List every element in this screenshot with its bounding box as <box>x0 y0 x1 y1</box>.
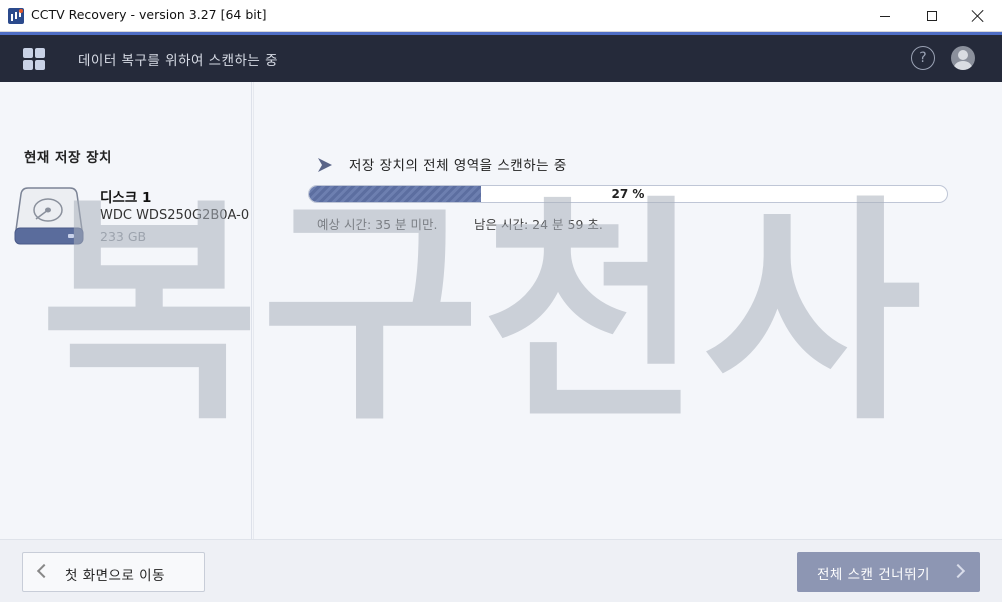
app-header: 데이터 복구를 위하여 스캔하는 중 ? <box>0 32 1002 82</box>
arrow-right-icon <box>318 158 332 172</box>
disk-size: 233 GB <box>100 229 147 244</box>
header-title: 데이터 복구를 위하여 스캔하는 중 <box>78 53 279 69</box>
hard-disk-icon <box>14 187 84 245</box>
scan-panel: 저장 장치의 전체 영역을 스캔하는 중 27 % 예상 시간: 35 분 미만… <box>253 82 1002 539</box>
help-icon[interactable]: ? <box>911 46 935 70</box>
scan-progress-bar: 27 % <box>308 185 948 203</box>
skip-full-scan-button[interactable]: 전체 스캔 건너뛰기 <box>797 552 980 592</box>
disk-model: WDC WDS250G2B0A-0... <box>100 208 250 223</box>
chevron-right-icon <box>950 563 966 579</box>
minimize-button[interactable] <box>862 0 908 32</box>
window-titlebar: CCTV Recovery - version 3.27 [64 bit] <box>0 0 1002 32</box>
close-button[interactable] <box>955 0 1001 32</box>
minimize-icon <box>880 15 890 17</box>
maximize-button[interactable] <box>909 0 955 32</box>
estimated-time: 예상 시간: 35 분 미만. <box>317 217 438 232</box>
grid-menu-icon[interactable] <box>23 48 46 71</box>
skip-button-label: 전체 스캔 건너뛰기 <box>817 567 930 583</box>
disk-name: 디스크 1 <box>100 190 152 206</box>
back-to-home-button[interactable]: 첫 화면으로 이동 <box>22 552 205 592</box>
user-avatar-icon[interactable] <box>951 46 975 70</box>
window-title: CCTV Recovery - version 3.27 [64 bit] <box>31 7 267 22</box>
maximize-icon <box>927 11 937 21</box>
footer-bar: 첫 화면으로 이동 전체 스캔 건너뛰기 <box>0 539 1002 602</box>
close-icon <box>972 10 984 22</box>
remaining-time: 남은 시간: 24 분 59 초. <box>474 217 603 232</box>
device-panel: 현재 저장 장치 디스크 1 WDC WDS250G2B0A-0... 233 … <box>0 82 252 539</box>
app-logo-icon <box>8 8 24 24</box>
back-button-label: 첫 화면으로 이동 <box>65 568 166 584</box>
scan-status-title: 저장 장치의 전체 영역을 스캔하는 중 <box>349 158 567 174</box>
scan-progress-text: 27 % <box>611 187 645 201</box>
chevron-left-icon <box>36 563 52 579</box>
current-device-heading: 현재 저장 장치 <box>24 150 112 166</box>
